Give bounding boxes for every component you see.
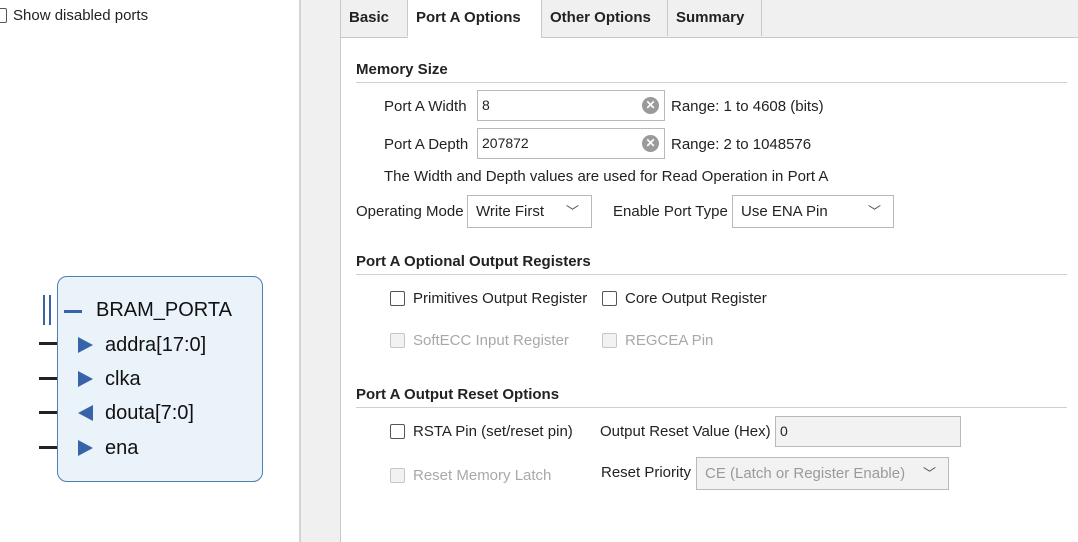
output-reset-options-heading: Port A Output Reset Options bbox=[356, 386, 560, 403]
chevron-down-icon: ﹀ bbox=[565, 204, 579, 219]
output-reset-value-input[interactable]: 0 bbox=[775, 416, 961, 447]
bram-porta-block[interactable]: BRAM_PORTA addra[17:0] clka douta[7:0] e… bbox=[57, 276, 263, 482]
chevron-down-icon: ﹀ bbox=[922, 466, 936, 481]
reset-priority-select[interactable]: CE (Latch or Register Enable) ﹀ bbox=[696, 457, 949, 490]
tab-summary[interactable]: Summary bbox=[668, 0, 762, 36]
interface-label: BRAM_PORTA bbox=[96, 299, 232, 321]
gutter bbox=[301, 0, 340, 542]
optional-output-registers-heading: Port A Optional Output Registers bbox=[356, 253, 591, 270]
port-a-depth-input[interactable]: 207872 ✕ bbox=[477, 128, 665, 159]
softecc-input-register-label: SoftECC Input Register bbox=[413, 332, 569, 349]
softecc-input-register-checkbox[interactable] bbox=[390, 333, 405, 348]
tab-port-a-options[interactable]: Port A Options bbox=[408, 0, 542, 38]
port-a-width-range: Range: 1 to 4608 (bits) bbox=[671, 98, 824, 115]
options-panel: Basic Port A Options Other Options Summa… bbox=[340, 0, 1078, 542]
divider bbox=[356, 274, 1067, 275]
symbol-panel: Show disabled ports BRAM_PORTA addra[17:… bbox=[0, 0, 299, 542]
operating-mode-value: Write First bbox=[476, 203, 545, 220]
pin-line bbox=[39, 377, 57, 380]
width-depth-note: The Width and Depth values are used for … bbox=[384, 168, 829, 185]
bus-line bbox=[49, 295, 51, 325]
bus-line bbox=[43, 295, 45, 325]
port-out-icon bbox=[78, 405, 93, 421]
port-label: addra[17:0] bbox=[105, 334, 207, 356]
enable-port-type-select[interactable]: Use ENA Pin ﹀ bbox=[732, 195, 894, 228]
port-label: ena bbox=[105, 437, 139, 459]
regcea-pin-label: REGCEA Pin bbox=[625, 332, 714, 349]
reset-priority-value: CE (Latch or Register Enable) bbox=[705, 465, 906, 482]
pin-line bbox=[39, 411, 57, 414]
port-in-icon bbox=[78, 440, 93, 456]
divider bbox=[356, 82, 1067, 83]
rsta-pin-checkbox[interactable] bbox=[390, 424, 405, 439]
rsta-pin-label: RSTA Pin (set/reset pin) bbox=[413, 423, 573, 440]
enable-port-type-value: Use ENA Pin bbox=[741, 203, 828, 220]
clear-icon[interactable]: ✕ bbox=[642, 135, 659, 152]
port-a-depth-value: 207872 bbox=[482, 135, 529, 151]
core-output-register-checkbox[interactable] bbox=[602, 291, 617, 306]
clear-icon[interactable]: ✕ bbox=[642, 97, 659, 114]
tab-basic[interactable]: Basic bbox=[341, 0, 408, 36]
port-in-icon bbox=[78, 371, 93, 387]
operating-mode-label: Operating Mode bbox=[356, 203, 464, 220]
memory-size-heading: Memory Size bbox=[356, 61, 448, 78]
port-a-width-input[interactable]: 8 ✕ bbox=[477, 90, 665, 121]
primitives-output-register-label: Primitives Output Register bbox=[413, 290, 588, 307]
regcea-pin-checkbox[interactable] bbox=[602, 333, 617, 348]
port-label: douta[7:0] bbox=[105, 402, 194, 424]
tab-other-options[interactable]: Other Options bbox=[542, 0, 668, 36]
port-in-icon bbox=[78, 337, 93, 353]
operating-mode-select[interactable]: Write First ﹀ bbox=[467, 195, 592, 228]
tab-bar: Basic Port A Options Other Options Summa… bbox=[341, 0, 1078, 38]
chevron-down-icon: ﹀ bbox=[867, 204, 881, 219]
collapse-icon[interactable] bbox=[64, 310, 82, 313]
pin-line bbox=[39, 342, 57, 345]
output-reset-value-label: Output Reset Value (Hex) bbox=[600, 423, 771, 440]
core-output-register-label: Core Output Register bbox=[625, 290, 767, 307]
port-label: clka bbox=[105, 368, 141, 390]
divider bbox=[356, 407, 1067, 408]
reset-memory-latch-checkbox[interactable] bbox=[390, 468, 405, 483]
reset-priority-label: Reset Priority bbox=[601, 464, 692, 481]
reset-memory-latch-label: Reset Memory Latch bbox=[413, 467, 552, 484]
port-a-width-value: 8 bbox=[482, 97, 490, 113]
port-a-depth-range: Range: 2 to 1048576 bbox=[671, 136, 812, 153]
port-a-width-label: Port A Width bbox=[384, 98, 467, 115]
enable-port-type-label: Enable Port Type bbox=[613, 203, 728, 220]
primitives-output-register-checkbox[interactable] bbox=[390, 291, 405, 306]
show-disabled-ports-label: Show disabled ports bbox=[13, 7, 149, 24]
output-reset-value: 0 bbox=[780, 423, 788, 439]
show-disabled-ports-checkbox[interactable] bbox=[0, 8, 7, 23]
pin-line bbox=[39, 446, 57, 449]
port-a-depth-label: Port A Depth bbox=[384, 136, 469, 153]
